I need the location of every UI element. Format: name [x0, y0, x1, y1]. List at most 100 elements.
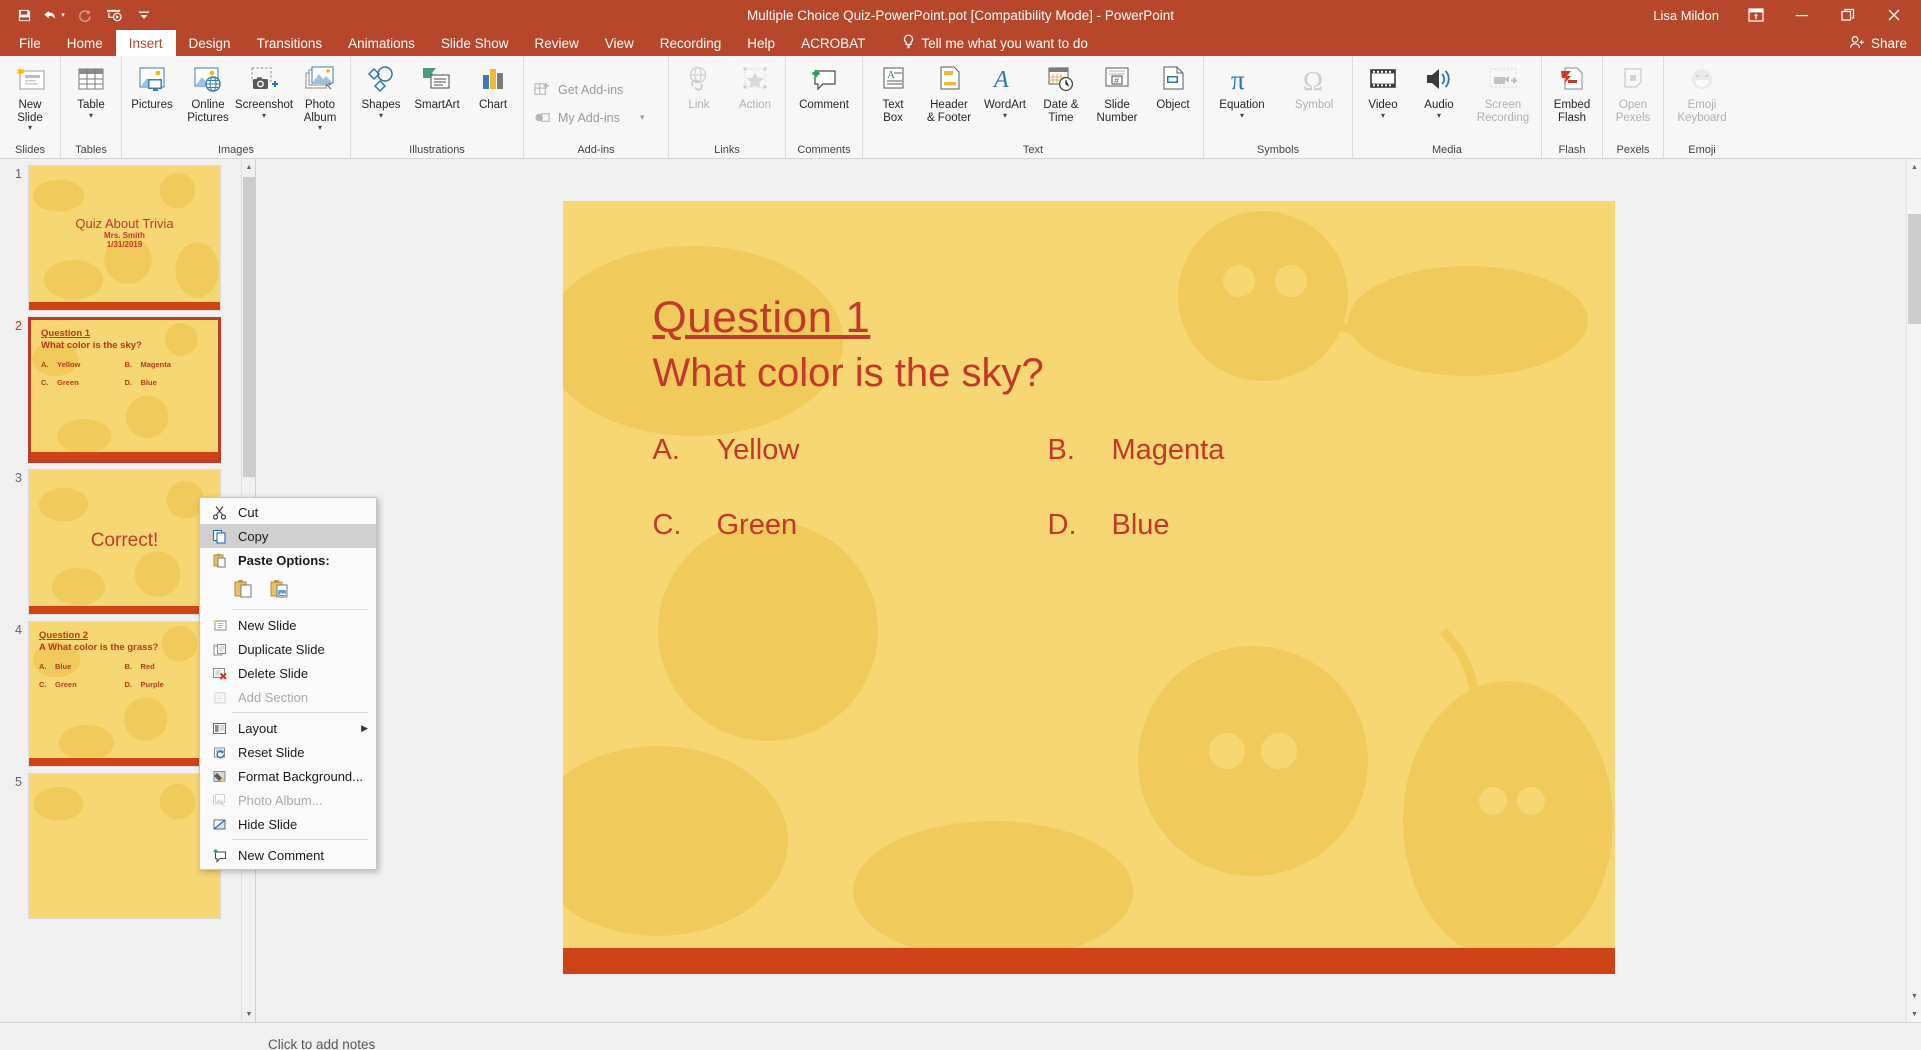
tab-design[interactable]: Design	[176, 30, 244, 56]
action-label: Action	[739, 99, 771, 111]
ribbon-display-options-icon[interactable]	[1733, 0, 1779, 30]
link-icon	[683, 63, 715, 97]
thumbnail-slide[interactable]	[28, 773, 221, 919]
group-label-comments: Comments	[797, 144, 851, 156]
chevron-down-icon[interactable]: ▾	[626, 112, 645, 123]
answer-text: Green	[55, 680, 77, 689]
thumbnail-accent-bar	[31, 452, 218, 460]
answer-letter: A.	[41, 360, 49, 369]
tab-acrobat[interactable]: ACROBAT	[788, 30, 878, 56]
paste-keep-source-formatting-icon[interactable]	[230, 576, 256, 600]
paste-options-row[interactable]	[200, 572, 376, 606]
context-menu-item-duplicate-slide[interactable]: Duplicate Slide	[200, 637, 376, 661]
tab-file[interactable]: File	[6, 30, 54, 56]
thumbnail-slide[interactable]: Correct!	[28, 469, 221, 615]
scroll-down-icon[interactable]: ▼	[1907, 988, 1921, 1004]
wordart-button[interactable]: A WordArt ▾	[977, 60, 1033, 119]
context-menu-item-copy[interactable]: Copy	[200, 524, 376, 548]
slide-answers[interactable]: A. Yellow B. Magenta C. Green D. Blue	[653, 434, 1443, 542]
header-footer-button[interactable]: Header & Footer	[921, 60, 977, 124]
undo-icon[interactable]: ▾	[40, 3, 68, 27]
slide-question-title[interactable]: Question 1	[653, 293, 1615, 343]
slide-scrollbar[interactable]: ▲ ▼ ▼	[1906, 159, 1921, 1022]
context-menu-item-reset-slide[interactable]: Reset Slide	[200, 740, 376, 764]
tab-recording[interactable]: Recording	[647, 30, 735, 56]
get-addins-button[interactable]: Get Add-ins	[526, 76, 629, 104]
tell-me-box[interactable]: Tell me what you want to do	[890, 30, 1100, 56]
tab-animations[interactable]: Animations	[335, 30, 428, 56]
slide-accent-bar	[562, 948, 1615, 974]
slide-question-text[interactable]: What color is the sky?	[653, 351, 1615, 396]
photo-album-button[interactable]: Photo Album ▾	[292, 60, 348, 132]
tab-view[interactable]: View	[592, 30, 647, 56]
current-slide[interactable]: Question 1 What color is the sky? A. Yel…	[562, 201, 1615, 974]
thumbnail-item-2[interactable]: 2 Question 1 What color is the sky? A. Ye…	[0, 311, 255, 463]
scroll-down-icon[interactable]: ▼	[242, 1006, 255, 1022]
chart-button[interactable]: Chart	[465, 60, 521, 112]
answer-row: A. Yellow B. Magenta	[653, 434, 1443, 467]
slide-number-button[interactable]: # Slide Number	[1089, 60, 1145, 124]
my-addins-button[interactable]: My Add-ins ▾	[526, 104, 650, 132]
equation-button[interactable]: π Equation ▾	[1206, 60, 1278, 119]
answer-letter: C.	[652, 509, 682, 541]
screenshot-button[interactable]: Screenshot ▾	[235, 60, 293, 119]
smartart-button[interactable]: SmartArt	[409, 60, 465, 112]
slide-context-menu[interactable]: Cut Copy Paste Options: New Slide Duplic…	[199, 497, 377, 870]
restore-icon[interactable]	[1825, 0, 1871, 30]
scrollbar-thumb[interactable]	[243, 177, 255, 477]
context-menu-item-delete-slide[interactable]: Delete Slide	[200, 661, 376, 685]
tab-slide-show[interactable]: Slide Show	[428, 30, 522, 56]
object-button[interactable]: Object	[1145, 60, 1201, 112]
online-pictures-button[interactable]: Online Pictures	[180, 60, 236, 124]
shapes-button[interactable]: Shapes ▾	[353, 60, 409, 119]
redo-icon[interactable]	[70, 3, 98, 27]
context-menu-item-new-comment[interactable]: New Comment	[200, 843, 376, 867]
thumbnail-slide[interactable]: Question 1 What color is the sky? A. Yell…	[28, 317, 221, 463]
screen-recording-label: Screen Recording	[1476, 99, 1530, 124]
thumbnail-item-1[interactable]: 1 Quiz About Trivia Mrs. Smith 1/31/2019	[0, 159, 255, 311]
table-button[interactable]: Table ▾	[63, 60, 119, 119]
scrollbar-thumb[interactable]	[1908, 214, 1921, 324]
tab-insert[interactable]: Insert	[115, 30, 176, 56]
answer-letter: B.	[124, 360, 133, 369]
comment-button[interactable]: Comment	[788, 60, 860, 112]
pictures-label: Pictures	[131, 99, 173, 111]
text-box-button[interactable]: A Text Box	[865, 60, 921, 124]
paste-picture-icon[interactable]	[266, 576, 292, 600]
ribbon-group-tables: Table ▾ Tables	[61, 56, 122, 158]
new-slide-button[interactable]: New Slide ▾	[2, 60, 58, 132]
audio-button[interactable]: Audio ▾	[1411, 60, 1467, 119]
start-presentation-icon[interactable]	[100, 3, 128, 27]
layout-icon	[206, 721, 232, 736]
context-menu-item-cut[interactable]: Cut	[200, 500, 376, 524]
new-comment-icon	[206, 848, 232, 863]
user-account-name[interactable]: Lisa Mildon	[1653, 8, 1719, 23]
tab-transitions[interactable]: Transitions	[244, 30, 336, 56]
tab-help[interactable]: Help	[734, 30, 788, 56]
scroll-up-icon[interactable]: ▲	[1907, 159, 1921, 175]
save-icon[interactable]	[10, 3, 38, 27]
context-menu-item-hide-slide[interactable]: Hide Slide	[200, 812, 376, 836]
thumbnail-slide[interactable]: Question 2 A What color is the grass? A.…	[28, 621, 221, 767]
context-menu-item-format-background[interactable]: Format Background...	[200, 764, 376, 788]
video-button[interactable]: Video ▾	[1355, 60, 1411, 119]
close-icon[interactable]	[1871, 0, 1917, 30]
scroll-up-icon[interactable]: ▲	[242, 159, 255, 175]
customize-qat-icon[interactable]	[130, 3, 158, 27]
tab-review[interactable]: Review	[521, 30, 591, 56]
minimize-icon[interactable]	[1779, 0, 1825, 30]
context-menu-item-new-slide[interactable]: New Slide	[200, 613, 376, 637]
next-slide-icon[interactable]: ▼	[1907, 1006, 1921, 1022]
context-menu-item-layout[interactable]: Layout ▶	[200, 716, 376, 740]
share-button[interactable]: Share	[1835, 30, 1921, 56]
notes-pane[interactable]: Click to add notes	[0, 1022, 1921, 1050]
tab-home[interactable]: Home	[54, 30, 116, 56]
pictures-button[interactable]: Pictures	[124, 60, 180, 112]
thumbnail-slide[interactable]: Quiz About Trivia Mrs. Smith 1/31/2019	[28, 165, 221, 311]
group-label-emoji: Emoji	[1688, 144, 1716, 156]
svg-text:π: π	[1231, 65, 1245, 95]
date-time-button[interactable]: Date & Time	[1033, 60, 1089, 124]
embed-flash-button[interactable]: Embed Flash	[1544, 60, 1600, 124]
context-menu-label: Cut	[238, 504, 259, 520]
context-menu-label: Delete Slide	[238, 665, 309, 681]
